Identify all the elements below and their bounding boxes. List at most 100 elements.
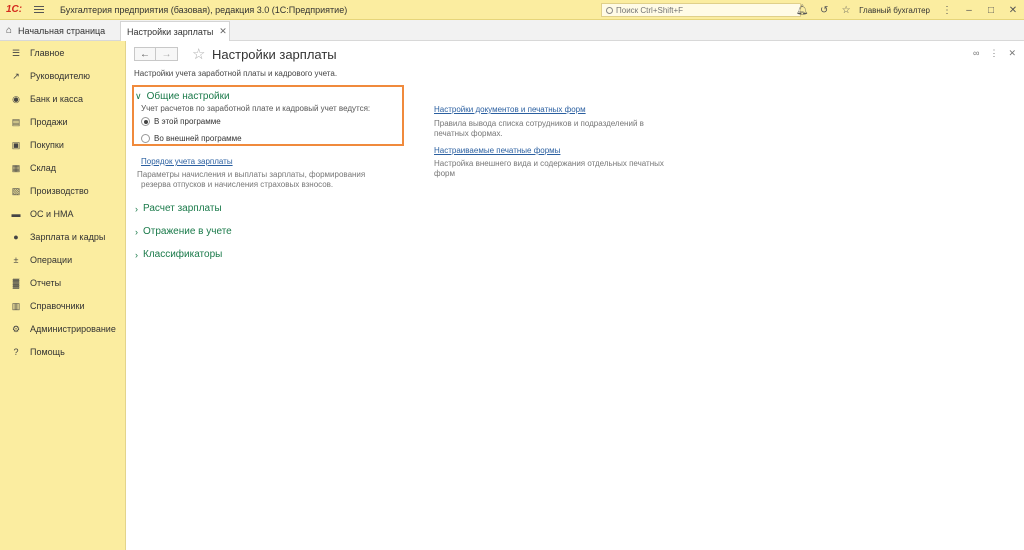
truck-icon: ▬ <box>11 209 21 219</box>
history-icon[interactable]: ↺ <box>813 5 835 16</box>
sidebar-item-operations[interactable]: ± Операции <box>0 250 126 270</box>
radio-external[interactable]: Во внешней программе <box>141 134 242 143</box>
radio-internal-label: В этой программе <box>154 117 221 126</box>
print-desc-line-2: форм <box>434 169 455 178</box>
sidebar-item-production[interactable]: ▧ Производство <box>0 181 126 201</box>
close-icon[interactable]: ✕ <box>1002 5 1024 16</box>
search-icon <box>606 6 613 14</box>
sidebar-item-warehouse[interactable]: ▦ Склад <box>0 158 126 178</box>
sidebar-item-salary[interactable]: ● Зарплата и кадры <box>0 227 126 247</box>
tab-home-label: Начальная страница <box>18 25 106 36</box>
restore-icon[interactable]: □ <box>980 5 1002 16</box>
docs-link[interactable]: Настройки документов и печатных форм <box>434 105 586 114</box>
sidebar-item-label: ОС и НМА <box>30 209 74 219</box>
sidebar-item-sales[interactable]: ▤ Продажи <box>0 112 126 132</box>
sidebar-item-reports[interactable]: ▓ Отчеты <box>0 273 126 293</box>
sidebar-item-label: Справочники <box>30 301 85 311</box>
favorite-star-icon[interactable]: ☆ <box>192 45 205 63</box>
sidebar-item-label: Руководителю <box>30 71 91 81</box>
tab-bar: ⌂ Начальная страница Настройки зарплаты … <box>0 20 1024 41</box>
bag-icon: ▤ <box>11 116 21 127</box>
sidebar-item-bank[interactable]: ◉ Банк и касса <box>0 89 126 109</box>
radio-external-control[interactable] <box>141 134 150 143</box>
section-general-label: Общие настройки <box>146 91 230 102</box>
search-box[interactable] <box>601 3 801 17</box>
order-link[interactable]: Порядок учета зарплаты <box>141 157 233 166</box>
docs-desc: Правила вывода списка сотрудников и подр… <box>434 119 644 139</box>
sidebar-item-label: Операции <box>30 255 73 265</box>
section-accounting[interactable]: › Отражение в учете <box>135 226 232 237</box>
chevron-right-icon: › <box>135 249 138 260</box>
factory-icon: ▧ <box>11 185 21 196</box>
cart-icon: ▣ <box>11 139 21 150</box>
star-icon[interactable]: ☆ <box>835 5 857 16</box>
sidebar-item-label: Администрирование <box>30 324 116 334</box>
minimize-icon[interactable]: – <box>958 5 980 16</box>
radio-external-label: Во внешней программе <box>154 134 242 143</box>
person-icon: ● <box>13 232 19 242</box>
chevron-right-icon: › <box>135 203 138 214</box>
user-name[interactable]: Главный бухгалтер <box>859 6 930 15</box>
section-classifiers-label: Классификаторы <box>143 249 223 260</box>
sidebar-item-manager[interactable]: ↗ Руководителю <box>0 66 126 86</box>
sidebar-item-label: Главное <box>30 48 65 58</box>
radio-internal-control[interactable] <box>141 117 150 126</box>
order-desc: Параметры начисления и выплаты зарплаты,… <box>137 170 365 190</box>
section-calc-label: Расчет зарплаты <box>143 203 222 214</box>
docs-desc-line-1: Правила вывода списка сотрудников и подр… <box>434 119 644 128</box>
nav-buttons: ← → <box>134 47 178 61</box>
sidebar-item-help[interactable]: ? Помощь <box>0 342 126 362</box>
title-bar: 1С: Бухгалтерия предприятия (базовая), р… <box>0 0 1024 20</box>
sidebar-item-label: Производство <box>30 186 89 196</box>
sidebar-item-assets[interactable]: ▬ ОС и НМА <box>0 204 126 224</box>
report-icon: ▓ <box>12 278 20 288</box>
tab-salary-settings-label: Настройки зарплаты <box>127 26 214 37</box>
trend-icon: ↗ <box>12 70 20 81</box>
sidebar-item-label: Отчеты <box>30 278 62 288</box>
warehouse-icon: ▦ <box>11 162 21 173</box>
app-title: Бухгалтерия предприятия (базовая), редак… <box>60 4 348 15</box>
tab-salary-settings[interactable]: Настройки зарплаты ✕ <box>120 21 230 41</box>
page-subtitle: Настройки учета заработной платы и кадро… <box>134 69 338 78</box>
chevron-right-icon: › <box>135 226 138 237</box>
sidebar-item-main[interactable]: ☰ Главное <box>0 43 126 63</box>
print-desc: Настройка внешнего вида и содержания отд… <box>434 159 664 179</box>
list-icon: ☰ <box>11 47 21 58</box>
order-desc-line-2: резерва отпусков и начисления страховых … <box>141 180 334 189</box>
order-desc-line-1: Параметры начисления и выплаты зарплаты,… <box>137 170 366 179</box>
sidebar-item-purchases[interactable]: ▣ Покупки <box>0 135 126 155</box>
general-note: Учет расчетов по заработной плате и кадр… <box>141 104 371 113</box>
bell-icon[interactable]: 🔔︎ <box>791 5 813 16</box>
close-form-icon[interactable]: ✕ <box>1008 48 1016 59</box>
help-icon: ? <box>13 347 19 357</box>
section-classifiers[interactable]: › Классификаторы <box>135 249 222 260</box>
coin-icon: ◉ <box>12 93 20 104</box>
app-logo: 1С: <box>6 4 23 15</box>
sidebar: ☰ Главное ↗ Руководителю ◉ Банк и касса ▤ Пр… <box>0 41 126 550</box>
section-accounting-label: Отражение в учете <box>143 226 232 237</box>
back-button[interactable]: ← <box>134 47 156 61</box>
chevron-down-icon: ∨ <box>135 91 142 101</box>
print-link[interactable]: Настраиваемые печатные формы <box>434 146 560 155</box>
docs-desc-line-2: печатных формах. <box>434 129 503 138</box>
sidebar-item-references[interactable]: ▥ Справочники <box>0 296 126 316</box>
sidebar-item-label: Склад <box>30 163 57 173</box>
tab-close-icon[interactable]: ✕ <box>219 26 227 37</box>
sidebar-item-label: Покупки <box>30 140 64 150</box>
more-icon[interactable]: ⋮ <box>989 48 998 59</box>
page-title: Настройки зарплаты <box>212 47 337 62</box>
main-menu-icon[interactable] <box>34 6 50 13</box>
section-calc[interactable]: › Расчет зарплаты <box>135 203 222 214</box>
radio-internal[interactable]: В этой программе <box>141 117 221 126</box>
link-icon[interactable]: ∞ <box>973 48 979 59</box>
section-general[interactable]: ∨ Общие настройки <box>135 91 230 102</box>
forward-button[interactable]: → <box>156 47 178 61</box>
tab-home[interactable]: ⌂ Начальная страница <box>0 20 118 41</box>
home-icon: ⌂ <box>6 25 13 36</box>
search-input[interactable] <box>616 5 786 15</box>
sidebar-item-label: Зарплата и кадры <box>30 232 106 242</box>
sidebar-item-admin[interactable]: ⚙ Администрирование <box>0 319 126 339</box>
menu-icon[interactable]: ⋮ <box>936 5 958 16</box>
print-desc-line-1: Настройка внешнего вида и содержания отд… <box>434 159 664 168</box>
sidebar-item-label: Банк и касса <box>30 94 83 104</box>
